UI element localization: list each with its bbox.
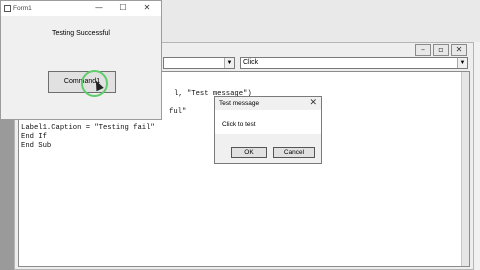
form1-window: Form1 — ☐ ✕ Testing Successful Command1 (0, 0, 162, 120)
code-line: Label1.Caption = "Testing fail" (21, 124, 155, 132)
form1-title: Form1 (13, 5, 32, 12)
minimize-button[interactable]: — (87, 2, 111, 14)
maximize-button[interactable]: ☐ (111, 2, 135, 14)
message-box-title: Test message (219, 100, 260, 107)
form1-titlebar[interactable]: Form1 — ☐ ✕ (1, 1, 161, 16)
code-line: End Sub (21, 142, 52, 150)
message-text: Click to test (222, 121, 256, 128)
message-box-body: Click to test (215, 110, 321, 134)
procedure-combo[interactable]: Click ▼ (240, 57, 468, 69)
procedure-combo-value: Click (243, 59, 259, 66)
cancel-button[interactable]: Cancel (273, 147, 315, 158)
object-combo[interactable]: ▼ (163, 57, 235, 69)
code-line: ful" (169, 108, 187, 116)
vertical-scrollbar[interactable] (461, 72, 469, 266)
form-icon (4, 5, 11, 12)
editor-window-controls: – ▫ ✕ (415, 44, 467, 56)
chevron-down-icon[interactable]: ▼ (224, 58, 234, 68)
code-line: End If (21, 133, 47, 141)
ok-button[interactable]: OK (231, 147, 267, 158)
message-box: Test message ✕ Click to test OK Cancel (214, 96, 322, 164)
chevron-down-icon[interactable]: ▼ (457, 58, 467, 68)
close-button[interactable]: ✕ (135, 2, 159, 14)
editor-restore-button[interactable]: ▫ (433, 44, 449, 56)
label1: Testing Successful (52, 30, 110, 37)
editor-minimize-button[interactable]: – (415, 44, 431, 56)
close-icon[interactable]: ✕ (309, 98, 317, 108)
editor-close-button[interactable]: ✕ (451, 44, 467, 56)
